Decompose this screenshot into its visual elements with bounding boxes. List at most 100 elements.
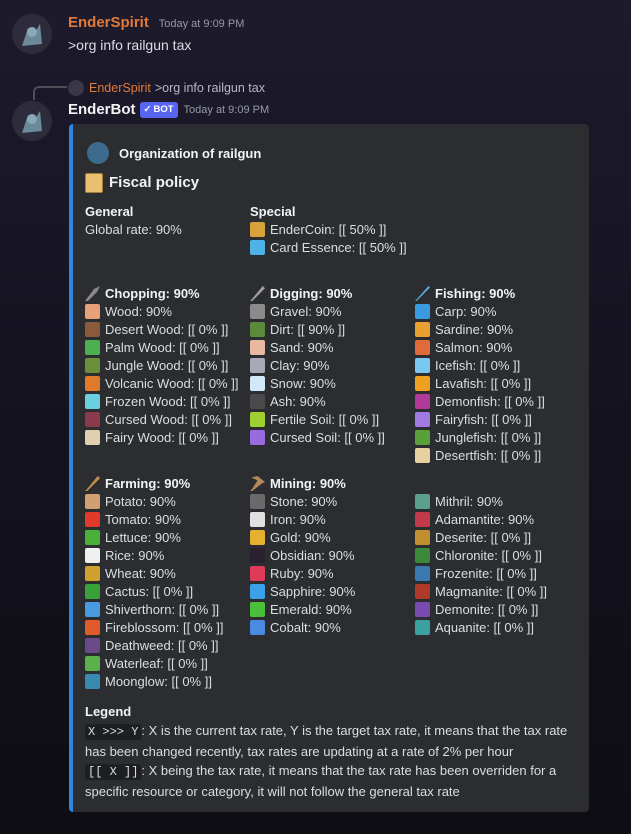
list-item: Gold: 90% (250, 529, 410, 547)
list-item: Deathweed: [[ 0% ]] (85, 637, 245, 655)
list-item-text: Deathweed: [[ 0% ]] (105, 638, 219, 653)
ruby-icon (250, 566, 265, 581)
list-item: Iron: 90% (250, 511, 410, 529)
field-chopping-name: Chopping: 90% (85, 285, 245, 303)
field-digging-name: Digging: 90% (250, 285, 410, 303)
list-item-text: Fairyfish: [[ 0% ]] (435, 412, 532, 427)
list-item: Magmanite: [[ 0% ]] (415, 583, 585, 601)
list-item-text: Desertfish: [[ 0% ]] (435, 448, 542, 463)
fertile-soil-icon (250, 412, 265, 427)
list-item-text: Cobalt: 90% (270, 620, 341, 635)
list-item: Desert Wood: [[ 0% ]] (85, 321, 245, 339)
field-mining-continued: Mithril: 90% Adamantite: 90% Deserite: [[ … (415, 493, 585, 637)
list-item-text: Dirt: [[ 90% ]] (270, 322, 346, 337)
cactus-icon (85, 584, 100, 599)
sardine-icon (415, 322, 430, 337)
list-item: Deserite: [[ 0% ]] (415, 529, 585, 547)
list-item-text: Rice: 90% (105, 548, 165, 563)
reply-username[interactable]: EnderSpirit (89, 81, 151, 95)
message-header-2: EnderBot ✓ BOT Today at 9:09 PM (68, 101, 269, 118)
list-item-text: Cursed Wood: [[ 0% ]] (105, 412, 232, 427)
stone-icon (250, 494, 265, 509)
list-item: Wheat: 90% (85, 565, 245, 583)
demonite-icon (415, 602, 430, 617)
list-item: Demonite: [[ 0% ]] (415, 601, 585, 619)
aquanite-icon (415, 620, 430, 635)
adamantite-icon (415, 512, 430, 527)
list-item-text: Wood: 90% (105, 304, 172, 319)
avatar-enderbot[interactable] (12, 101, 52, 141)
reply-text: >org info railgun tax (154, 81, 265, 95)
list-item: Cursed Wood: [[ 0% ]] (85, 411, 245, 429)
list-item-text: Adamantite: 90% (435, 512, 535, 527)
list-item: Volcanic Wood: [[ 0% ]] (85, 375, 245, 393)
list-item-text: Card Essence: [[ 50% ]] (270, 240, 407, 255)
list-item: Fertile Soil: [[ 0% ]] (250, 411, 410, 429)
check-icon: ✓ (143, 104, 152, 115)
list-item-text: Stone: 90% (270, 494, 338, 509)
list-item-text: Lettuce: 90% (105, 530, 181, 545)
legend-text-2: : X being the tax rate, it means that th… (85, 763, 557, 799)
avatar-enderspirit[interactable] (12, 14, 52, 54)
reply-avatar (68, 80, 84, 96)
global-rate: Global rate: 90% (85, 222, 182, 237)
username-enderspirit[interactable]: EnderSpirit (68, 14, 149, 31)
list-item-text: Sand: 90% (270, 340, 334, 355)
list-item-text: Gold: 90% (270, 530, 331, 545)
list-item-text: Desert Wood: [[ 0% ]] (105, 322, 229, 337)
frozenite-icon (415, 566, 430, 581)
deserite-icon (415, 530, 430, 545)
list-item: Jungle Wood: [[ 0% ]] (85, 357, 245, 375)
frozen-wood-icon (85, 394, 100, 409)
list-item: Carp: 90% (415, 303, 585, 321)
timestamp-1: Today at 9:09 PM (158, 18, 245, 30)
fireblossom-icon (85, 620, 100, 635)
embed-author: Organization of railgun (87, 142, 261, 164)
list-item: Lavafish: [[ 0% ]] (415, 375, 585, 393)
legend-line-1: X >>> Y: X is the current tax rate, Y is… (85, 721, 575, 761)
sapphire-icon (250, 584, 265, 599)
field-special-name: Special (250, 204, 296, 219)
list-item-text: Mithril: 90% (435, 494, 503, 509)
reply-connector (33, 86, 67, 100)
list-item: Palm Wood: [[ 0% ]] (85, 339, 245, 357)
list-item-text: Ruby: 90% (270, 566, 334, 581)
list-item: Junglefish: [[ 0% ]] (415, 429, 585, 447)
embed-title-text: Fiscal policy (109, 174, 200, 191)
field-mining: Mining: 90% Stone: 90% Iron: 90% Gold: 90%… (250, 475, 410, 637)
list-item: Aquanite: [[ 0% ]] (415, 619, 585, 637)
field-farming: Farming: 90% Potato: 90% Tomato: 90% Lettu… (85, 475, 245, 691)
list-item-text: Obsidian: 90% (270, 548, 355, 563)
salmon-icon (415, 340, 430, 355)
tomato-icon (85, 512, 100, 527)
list-item-text: Frozen Wood: [[ 0% ]] (105, 394, 231, 409)
username-enderbot[interactable]: EnderBot (68, 101, 136, 118)
field-farming-name: Farming: 90% (85, 475, 245, 493)
list-item: Fairyfish: [[ 0% ]] (415, 411, 585, 429)
list-item: Cobalt: 90% (250, 619, 410, 637)
lavafish-icon (415, 376, 430, 391)
obsidian-icon (250, 548, 265, 563)
field-chopping: Chopping: 90% Wood: 90% Desert Wood: [[ 0… (85, 285, 245, 447)
list-item-text: Sapphire: 90% (270, 584, 356, 599)
list-item: Gravel: 90% (250, 303, 410, 321)
list-item-text: Salmon: 90% (435, 340, 513, 355)
field-mining-name: Mining: 90% (250, 475, 410, 493)
potato-icon (85, 494, 100, 509)
list-item-text: Deserite: [[ 0% ]] (435, 530, 532, 545)
embed-author-name: Organization of railgun (119, 145, 262, 161)
ash-icon (250, 394, 265, 409)
list-item: Obsidian: 90% (250, 547, 410, 565)
demonfish-icon (415, 394, 430, 409)
fairyfish-icon (415, 412, 430, 427)
dirt-icon (250, 322, 265, 337)
list-item-text: Clay: 90% (270, 358, 330, 373)
list-item: Wood: 90% (85, 303, 245, 321)
field-general: General Global rate: 90% (85, 203, 235, 239)
reply-preview[interactable]: EnderSpirit >org info railgun tax (68, 80, 265, 96)
list-item-text: Jungle Wood: [[ 0% ]] (105, 358, 229, 373)
palm-wood-icon (85, 340, 100, 355)
legend-name: Legend (85, 704, 132, 719)
moonglow-icon (85, 674, 100, 689)
field-fishing-name: Fishing: 90% (415, 285, 585, 303)
